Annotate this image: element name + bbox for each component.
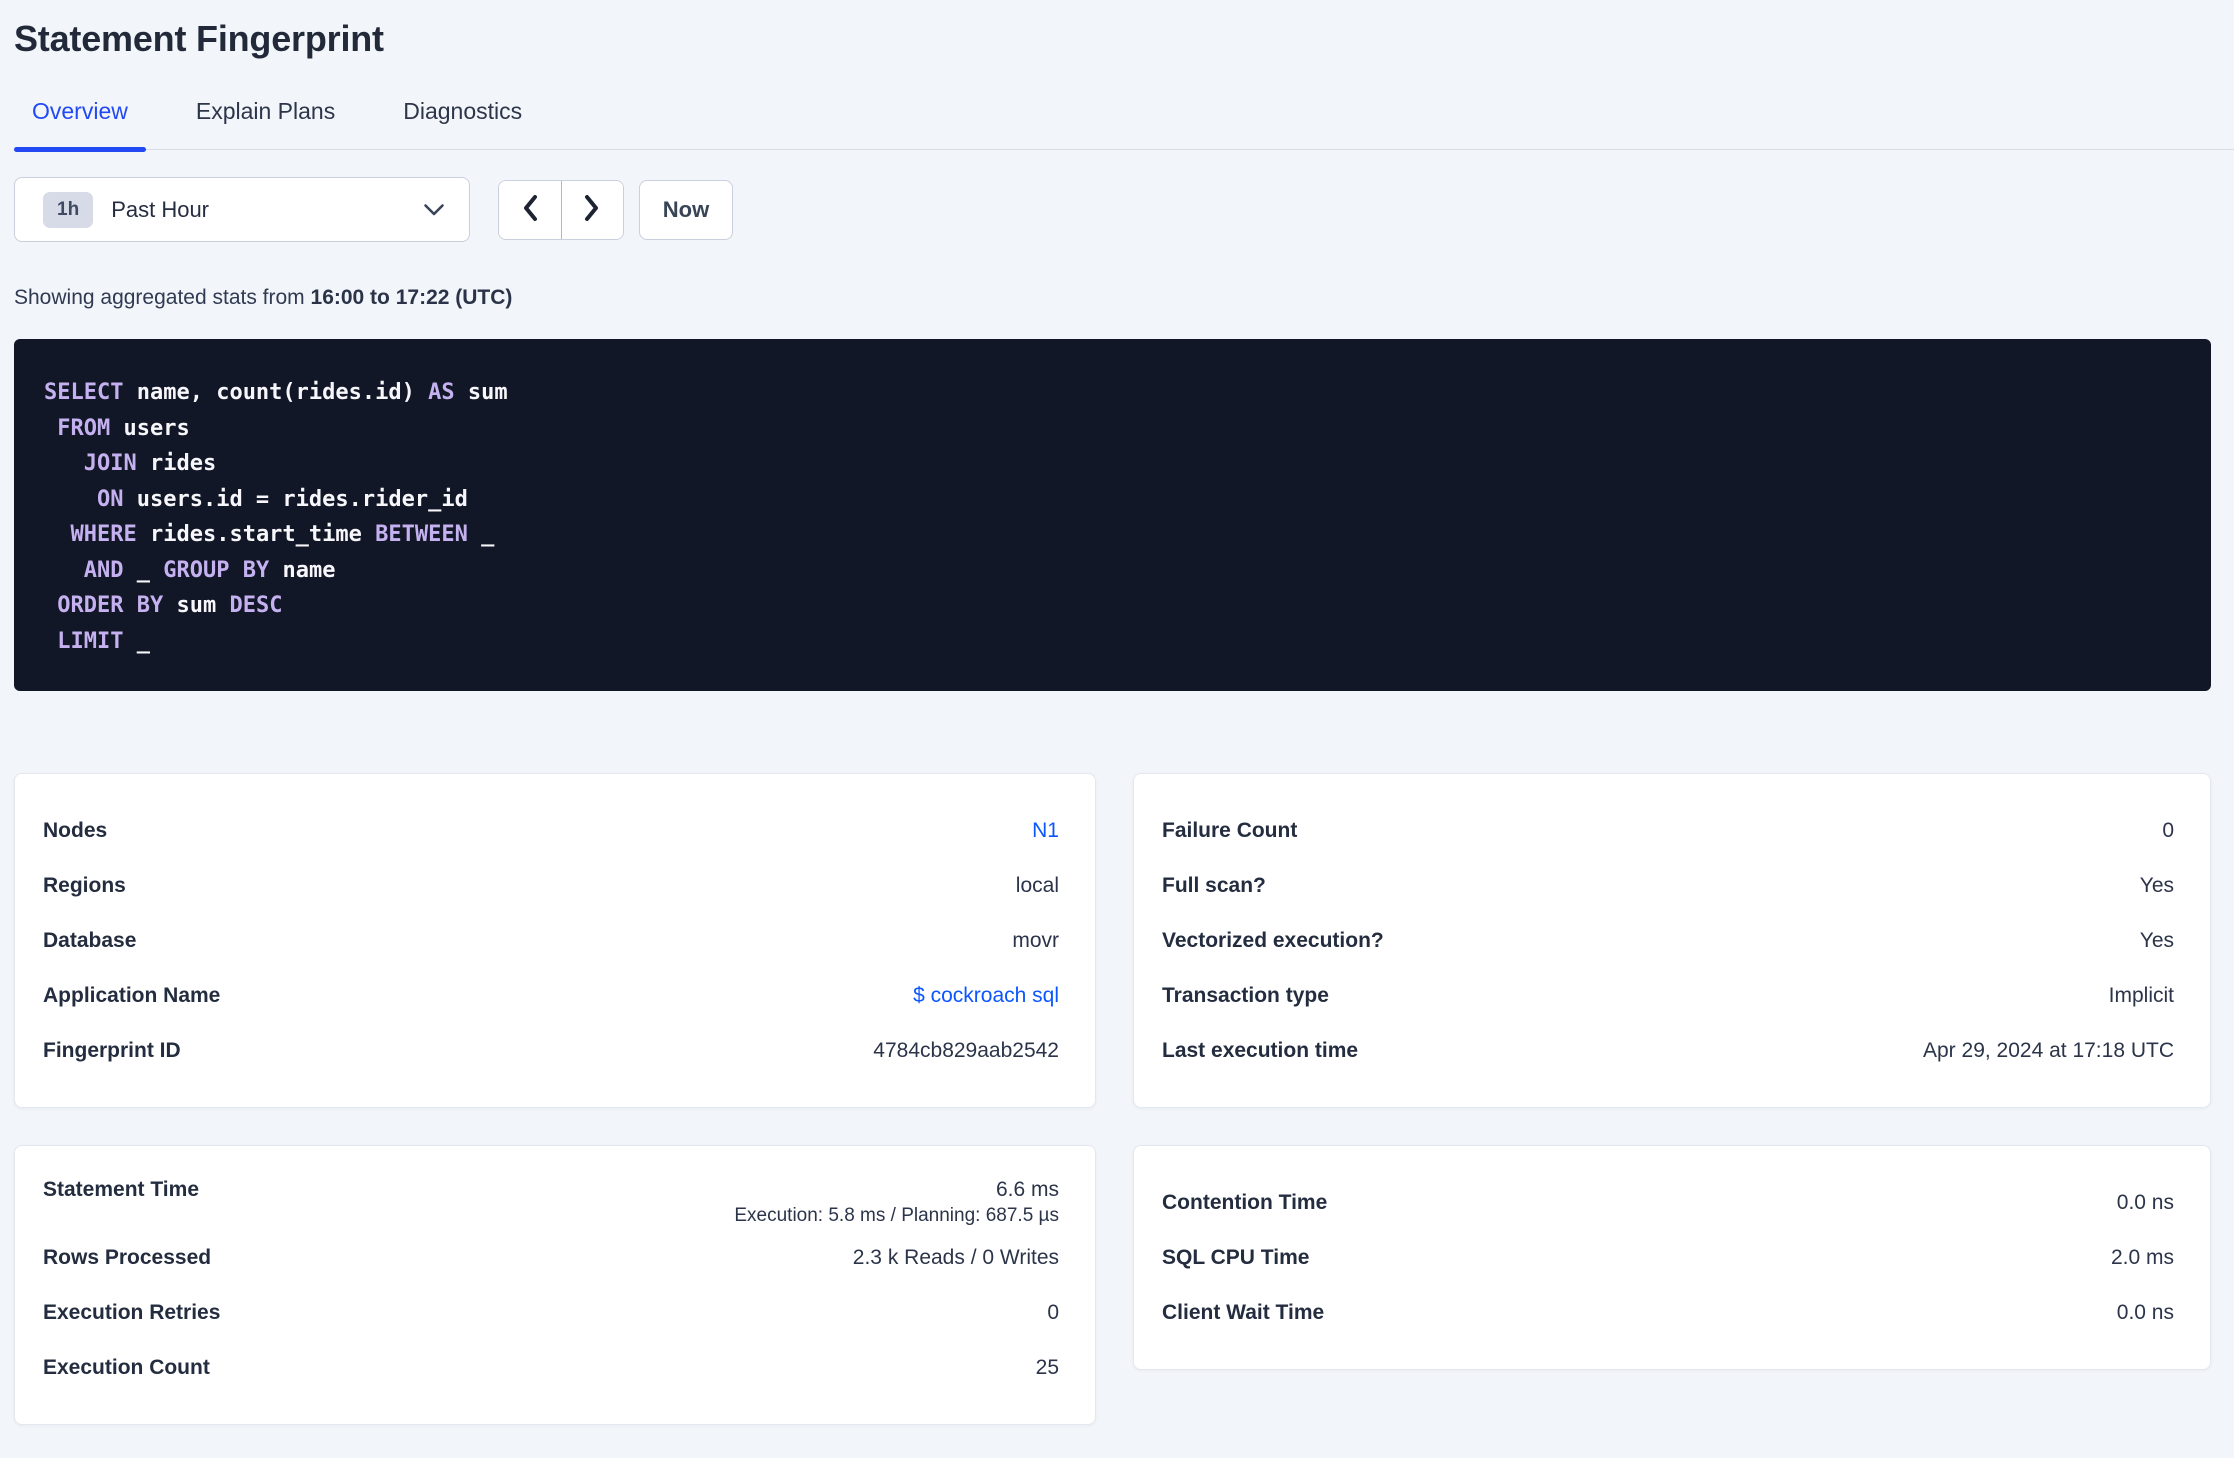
tab-explain-plans[interactable]: Explain Plans bbox=[178, 90, 353, 149]
row-value: Yes bbox=[2139, 873, 2174, 897]
sql-line: JOIN rides bbox=[83, 451, 217, 476]
row-value: 0.0 ns bbox=[2116, 1300, 2174, 1324]
tab-overview[interactable]: Overview bbox=[14, 90, 146, 152]
stats-caption-range: 16:00 to 17:22 (UTC) bbox=[310, 286, 513, 309]
card-row: Nodes N1 bbox=[43, 803, 1059, 858]
card-row: Rows Processed 2.3 k Reads / 0 Writes bbox=[43, 1230, 1059, 1285]
row-label: Last execution time bbox=[1162, 1038, 1359, 1062]
card-row: Transaction type Implicit bbox=[1162, 968, 2174, 1023]
chevron-right-icon bbox=[583, 193, 601, 226]
overview-card: Nodes N1 Regions local Database movr Applicati… bbox=[14, 773, 1096, 1108]
time-range-badge: 1h bbox=[43, 191, 94, 228]
row-value: Apr 29, 2024 at 17:18 UTC bbox=[1923, 1038, 2174, 1062]
sql-line: SELECT name, count(rides.id) AS sum bbox=[44, 380, 508, 405]
row-value: 6.6 ms bbox=[995, 1178, 1059, 1201]
time-step-button-group bbox=[498, 179, 624, 240]
card-row: Full scan? Yes bbox=[1162, 858, 2174, 913]
now-button[interactable]: Now bbox=[639, 179, 733, 240]
row-label: SQL CPU Time bbox=[1162, 1245, 1310, 1269]
sql-line: ORDER BY sum DESC bbox=[57, 593, 283, 618]
card-row: Contention Time 0.0 ns bbox=[1162, 1175, 2174, 1230]
card-row: SQL CPU Time 2.0 ms bbox=[1162, 1230, 2174, 1285]
sql-line: AND _ GROUP BY name bbox=[83, 557, 336, 583]
row-value: local bbox=[1015, 873, 1059, 897]
sql-statement-box: SELECT name, count(rides.id) AS sum FROM… bbox=[14, 339, 2211, 691]
row-value: 25 bbox=[1035, 1355, 1059, 1379]
row-label: Fingerprint ID bbox=[43, 1038, 181, 1062]
card-row: Client Wait Time 0.0 ns bbox=[1162, 1285, 2174, 1340]
card-row: Last execution time Apr 29, 2024 at 17:18… bbox=[1162, 1023, 2174, 1078]
stats-caption: Showing aggregated stats from 16:00 to 1… bbox=[14, 286, 2211, 310]
sql-line: LIMIT _ bbox=[57, 628, 150, 654]
sql-line: ON users.id = rides.rider_id bbox=[96, 486, 468, 512]
time-range-label: Past Hour bbox=[111, 196, 210, 222]
card-row: Failure Count 0 bbox=[1162, 803, 2174, 858]
time-range-dropdown[interactable]: 1h Past Hour bbox=[14, 177, 470, 242]
summary-cards: Nodes N1 Regions local Database movr Applicati… bbox=[14, 773, 2211, 1425]
prev-time-button[interactable] bbox=[499, 180, 562, 239]
row-label: Execution Count bbox=[43, 1355, 210, 1379]
row-value: 0.0 ns bbox=[2116, 1190, 2174, 1214]
row-value: 0 bbox=[2162, 818, 2174, 842]
statement-stats-card: Statement Time 6.6 ms Execution: 5.8 ms / … bbox=[14, 1145, 1096, 1425]
tab-diagnostics[interactable]: Diagnostics bbox=[385, 90, 540, 149]
row-label: Regions bbox=[43, 873, 126, 897]
row-value: 2.0 ms bbox=[2110, 1245, 2174, 1269]
card-row: Fingerprint ID 4784cb829aab2542 bbox=[43, 1023, 1059, 1078]
row-value: Implicit bbox=[2108, 983, 2174, 1007]
row-label: Failure Count bbox=[1162, 818, 1298, 842]
row-label: Database bbox=[43, 928, 137, 952]
row-value-link[interactable]: $ cockroach sql bbox=[913, 984, 1059, 1008]
row-value: Yes bbox=[2139, 928, 2174, 952]
row-label: Application Name bbox=[43, 983, 221, 1007]
row-subvalue: Execution: 5.8 ms / Planning: 687.5 µs bbox=[734, 1205, 1059, 1226]
card-row: Vectorized execution? Yes bbox=[1162, 913, 2174, 968]
row-label: Rows Processed bbox=[43, 1245, 212, 1269]
tab-bar: Overview Explain Plans Diagnostics bbox=[14, 90, 2234, 152]
card-row: Regions local bbox=[43, 858, 1059, 913]
card-row: Application Name $ cockroach sql bbox=[43, 968, 1059, 1023]
sql-line: WHERE rides.start_time BETWEEN _ bbox=[70, 522, 495, 547]
row-label: Vectorized execution? bbox=[1162, 928, 1384, 952]
row-label: Transaction type bbox=[1162, 983, 1329, 1007]
next-time-button[interactable] bbox=[561, 180, 623, 239]
row-label: Client Wait Time bbox=[1162, 1300, 1325, 1324]
card-row: Database movr bbox=[43, 913, 1059, 968]
card-row: Execution Retries 0 bbox=[43, 1285, 1059, 1340]
chevron-down-icon bbox=[423, 203, 445, 217]
row-label: Nodes bbox=[43, 818, 108, 842]
sql-line: FROM users bbox=[57, 415, 190, 441]
row-label: Execution Retries bbox=[43, 1300, 221, 1324]
chevron-left-icon bbox=[521, 193, 539, 226]
row-value: movr bbox=[1012, 928, 1059, 952]
row-value: 0 bbox=[1047, 1300, 1059, 1324]
stats-caption-prefix: Showing aggregated stats from bbox=[14, 286, 311, 309]
statement-fingerprint-page: Statement Fingerprint Overview Explain P… bbox=[0, 0, 2234, 1458]
execution-attributes-card: Failure Count 0 Full scan? Yes Vectorized ex… bbox=[1133, 773, 2211, 1108]
row-label: Full scan? bbox=[1162, 873, 1266, 897]
card-row: Statement Time 6.6 ms Execution: 5.8 ms / … bbox=[43, 1175, 1059, 1230]
resource-stats-card: Contention Time 0.0 ns SQL CPU Time 2.0 ms C… bbox=[1133, 1145, 2211, 1370]
page-title: Statement Fingerprint bbox=[14, 18, 384, 59]
time-toolbar: 1h Past Hour Now bbox=[14, 177, 2211, 242]
row-label: Contention Time bbox=[1162, 1190, 1328, 1214]
row-label: Statement Time bbox=[43, 1178, 199, 1201]
row-value: 4784cb829aab2542 bbox=[873, 1038, 1059, 1062]
row-value-link[interactable]: N1 bbox=[1032, 819, 1059, 843]
row-value: 2.3 k Reads / 0 Writes bbox=[852, 1245, 1059, 1269]
card-row: Execution Count 25 bbox=[43, 1340, 1059, 1395]
